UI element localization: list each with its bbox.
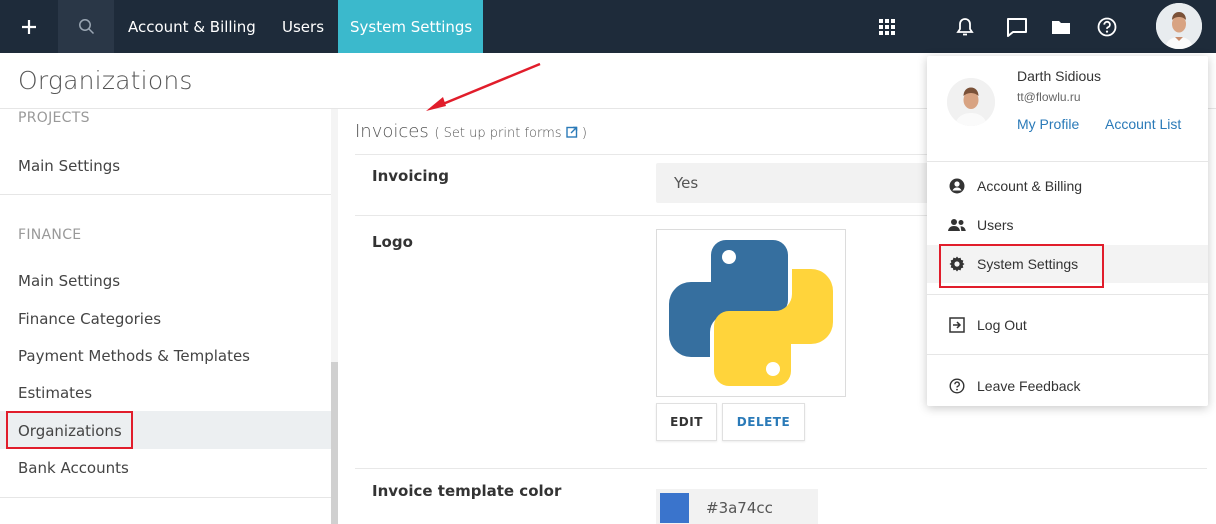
add-button[interactable] (0, 0, 58, 53)
sidebar-item-projects-main-settings[interactable]: Main Settings (18, 157, 120, 175)
dropdown-divider (927, 294, 1208, 295)
dropdown-user-email: tt@flowlu.ru (1017, 90, 1081, 104)
avatar-icon (947, 78, 995, 126)
dropdown-divider (927, 161, 1208, 162)
logo-preview (656, 229, 846, 397)
account-circle-icon (947, 178, 967, 194)
sidebar-item-finance-main-settings[interactable]: Main Settings (18, 272, 120, 290)
setup-print-forms-link[interactable]: ( Set up print forms ) (434, 126, 586, 141)
logo-label: Logo (372, 233, 413, 251)
annotation-arrow (426, 62, 541, 111)
dropdown-user-name: Darth Sidious (1017, 68, 1102, 84)
invoicing-select[interactable]: Yes (656, 163, 936, 203)
sidebar-item-payment-methods[interactable]: Payment Methods & Templates (18, 347, 250, 365)
search-button[interactable] (58, 0, 114, 53)
nav-users[interactable]: Users (270, 0, 332, 53)
help-circle-icon (947, 378, 967, 394)
user-dropdown-menu: Darth Sidious tt@flowlu.ru My Profile Ac… (927, 56, 1208, 406)
dropdown-divider (927, 354, 1208, 355)
users-icon (947, 218, 967, 232)
help-button[interactable] (1090, 0, 1124, 53)
annotation-box-system-settings (939, 244, 1104, 288)
search-icon (78, 19, 94, 35)
color-value: #3a74cc (706, 499, 773, 517)
dropdown-avatar (947, 78, 995, 126)
delete-logo-button[interactable]: DELETE (722, 403, 805, 441)
dropdown-item-users[interactable]: Users (927, 206, 1208, 244)
invoice-template-color-label: Invoice template color (372, 482, 562, 500)
edit-logo-button[interactable]: EDIT (656, 403, 717, 441)
sidebar-section-finance: FINANCE (18, 227, 82, 243)
external-link-icon (565, 126, 577, 138)
annotation-box-organizations (6, 411, 133, 449)
chat-icon (1007, 17, 1027, 37)
invoicing-label: Invoicing (372, 167, 449, 185)
top-bar: Account & Billing Users System Settings (0, 0, 1216, 53)
dropdown-item-log-out[interactable]: Log Out (927, 306, 1208, 344)
sidebar-item-finance-categories[interactable]: Finance Categories (18, 310, 161, 328)
sidebar-divider (0, 497, 331, 498)
color-swatch[interactable] (660, 493, 689, 523)
bell-icon (956, 17, 974, 35)
account-list-link[interactable]: Account List (1105, 116, 1181, 132)
plus-icon (22, 19, 36, 34)
apps-grid-icon (879, 18, 895, 35)
notifications-button[interactable] (950, 0, 980, 53)
my-profile-link[interactable]: My Profile (1017, 116, 1079, 132)
logout-icon (947, 317, 967, 333)
invoice-template-color-input[interactable]: #3a74cc (656, 489, 818, 524)
python-logo-icon (669, 240, 833, 386)
files-button[interactable] (1046, 0, 1076, 53)
main-divider (355, 468, 1207, 469)
apps-button[interactable] (870, 0, 904, 53)
sidebar-scrollbar-thumb[interactable] (331, 362, 338, 524)
avatar-icon (1156, 3, 1202, 49)
nav-account-billing[interactable]: Account & Billing (114, 0, 264, 53)
user-avatar-button[interactable] (1156, 3, 1202, 49)
dropdown-item-leave-feedback[interactable]: Leave Feedback (927, 367, 1208, 405)
sidebar-divider (0, 194, 331, 195)
sidebar-item-estimates[interactable]: Estimates (18, 384, 92, 402)
sidebar-section-projects: PROJECTS (18, 110, 90, 126)
help-icon (1097, 17, 1117, 36)
nav-system-settings[interactable]: System Settings (338, 0, 483, 53)
chat-button[interactable] (1000, 0, 1034, 53)
dropdown-item-account-billing[interactable]: Account & Billing (927, 167, 1208, 205)
section-title-invoices: Invoices ( Set up print forms ) (355, 121, 587, 142)
sidebar-item-bank-accounts[interactable]: Bank Accounts (18, 459, 129, 477)
page-title: Organizations (18, 66, 193, 95)
folder-icon (1052, 20, 1070, 34)
